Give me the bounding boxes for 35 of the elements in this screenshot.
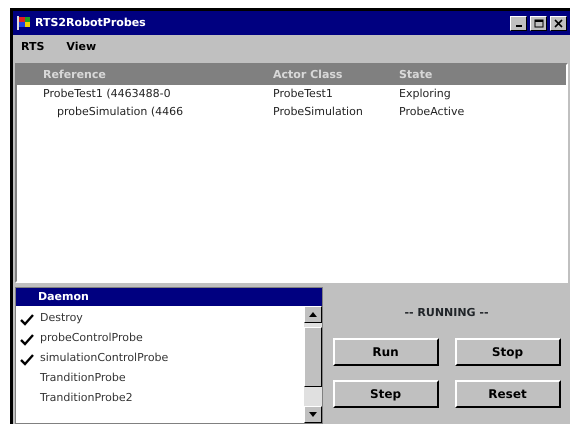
table-cell[interactable]: probeSimulation (4466	[17, 104, 273, 120]
close-icon	[554, 18, 563, 28]
scroll-up-button[interactable]	[304, 306, 322, 323]
table-cell-text: Exploring	[399, 86, 452, 102]
action-button[interactable]: Stop	[454, 338, 560, 366]
column-header: Reference	[42, 66, 107, 83]
window-title: RTS2RobotProbes	[35, 14, 146, 31]
list-item[interactable]: TranditionProbe2	[40, 390, 133, 406]
list-item[interactable]: probeControlProbe	[40, 330, 143, 346]
list-item[interactable]: simulationControlProbe	[40, 350, 168, 366]
down-arrow-icon	[309, 412, 317, 417]
app-icon	[16, 15, 32, 31]
maximize-icon	[534, 18, 544, 28]
column-header: Actor Class	[273, 66, 344, 83]
menu-item[interactable]: View	[66, 38, 96, 56]
minimize-button[interactable]	[510, 16, 527, 30]
minimize-icon	[516, 25, 522, 27]
menu-item[interactable]: RTS	[21, 38, 44, 56]
table-cell-text: ProbeTest1	[273, 86, 334, 102]
table-cell-text: ProbeActive	[399, 104, 466, 120]
action-button[interactable]: Reset	[454, 380, 560, 408]
table-cell[interactable]: ProbeTest1 (4463488-0	[17, 86, 273, 102]
action-button[interactable]: Step	[332, 380, 438, 408]
close-button[interactable]	[550, 16, 567, 30]
list-item[interactable]: TranditionProbe	[40, 370, 126, 386]
up-arrow-icon	[309, 312, 317, 317]
action-button[interactable]: Run	[332, 338, 438, 366]
table-cell-text: ProbeSimulation	[273, 104, 364, 120]
column-header: State	[399, 66, 434, 83]
list-item[interactable]: Destroy	[40, 310, 83, 326]
scrollbar-thumb[interactable]	[304, 327, 322, 387]
panel-header: Daemon	[16, 288, 322, 306]
status-text: -- RUNNING --	[404, 305, 489, 321]
maximize-button[interactable]	[530, 16, 547, 30]
scroll-down-button[interactable]	[304, 406, 322, 423]
